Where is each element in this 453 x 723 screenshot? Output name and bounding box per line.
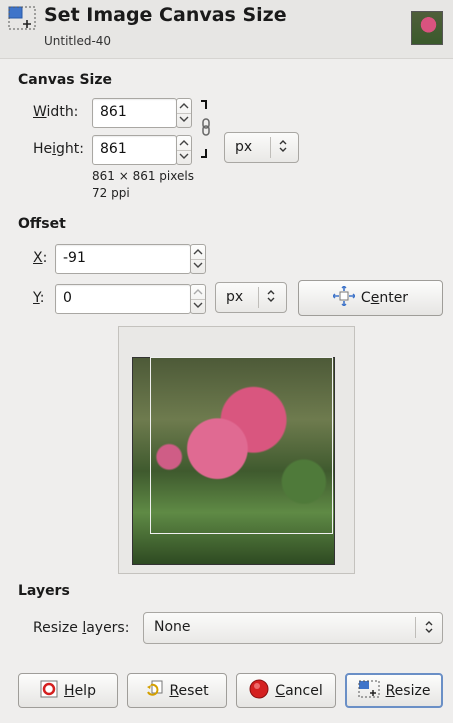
offset-x-spinner[interactable] <box>190 244 206 274</box>
canvas-size-heading: Canvas Size <box>18 72 112 88</box>
offset-y-spinner[interactable] <box>190 284 206 314</box>
canvas-unit-select[interactable]: px <box>224 132 299 163</box>
canvas-unit-value: px <box>235 139 253 155</box>
reset-label: Reset <box>169 682 209 699</box>
resize-icon <box>358 680 380 702</box>
resize-button[interactable]: Resize <box>345 673 443 708</box>
offset-y-input[interactable]: 0 <box>55 284 191 314</box>
help-lifebuoy-icon <box>40 680 58 702</box>
canvas-size-icon <box>8 6 36 32</box>
cancel-label: Cancel <box>275 682 323 699</box>
canvas-boundary-outline <box>150 357 333 534</box>
updown-arrows-icon <box>423 616 435 642</box>
width-decrement-button[interactable] <box>177 113 191 127</box>
dialog-subtitle: Untitled-40 <box>44 34 112 48</box>
offset-heading: Offset <box>18 216 66 232</box>
offset-unit-value: px <box>226 289 244 305</box>
width-label: Width: <box>33 104 79 120</box>
canvas-ppi-info: 72 ppi <box>92 186 130 200</box>
resize-layers-label: Resize layers: <box>33 620 130 636</box>
canvas-pixel-info: 861 × 861 pixels <box>92 169 194 183</box>
layers-heading: Layers <box>18 583 70 599</box>
offset-y-decrement-button[interactable] <box>191 299 205 313</box>
resize-layers-select[interactable]: None <box>143 612 443 644</box>
chain-link-icon[interactable] <box>199 97 213 161</box>
width-input[interactable]: 861 <box>92 98 177 128</box>
help-button[interactable]: Help <box>18 673 118 708</box>
offset-unit-select[interactable]: px <box>215 282 287 313</box>
help-label: Help <box>64 682 96 699</box>
offset-x-input[interactable]: -91 <box>55 244 191 274</box>
height-decrement-button[interactable] <box>177 150 191 164</box>
height-label: Height: <box>33 141 84 157</box>
dialog-title: Set Image Canvas Size <box>44 4 287 26</box>
center-icon <box>331 285 356 310</box>
offset-x-decrement-button[interactable] <box>191 259 205 273</box>
center-button[interactable]: Center <box>298 280 443 316</box>
center-label: Center <box>360 290 409 306</box>
reset-icon <box>145 680 163 702</box>
image-thumbnail-icon <box>411 11 443 45</box>
resize-layers-value: None <box>154 619 191 635</box>
offset-x-label: X: <box>33 250 48 266</box>
updown-arrows-icon <box>277 136 289 160</box>
offset-x-increment-button[interactable] <box>191 245 205 260</box>
cancel-icon <box>249 679 269 703</box>
reset-button[interactable]: Reset <box>127 673 227 708</box>
updown-arrows-icon <box>265 286 277 310</box>
offset-y-increment-button[interactable] <box>191 285 205 300</box>
width-increment-button[interactable] <box>177 99 191 114</box>
height-spinner[interactable] <box>176 135 192 165</box>
height-input[interactable]: 861 <box>92 135 177 165</box>
height-increment-button[interactable] <box>177 136 191 151</box>
offset-y-label: Y: <box>33 290 45 306</box>
resize-label: Resize <box>385 682 431 699</box>
cancel-button[interactable]: Cancel <box>236 673 336 708</box>
width-spinner[interactable] <box>176 98 192 128</box>
